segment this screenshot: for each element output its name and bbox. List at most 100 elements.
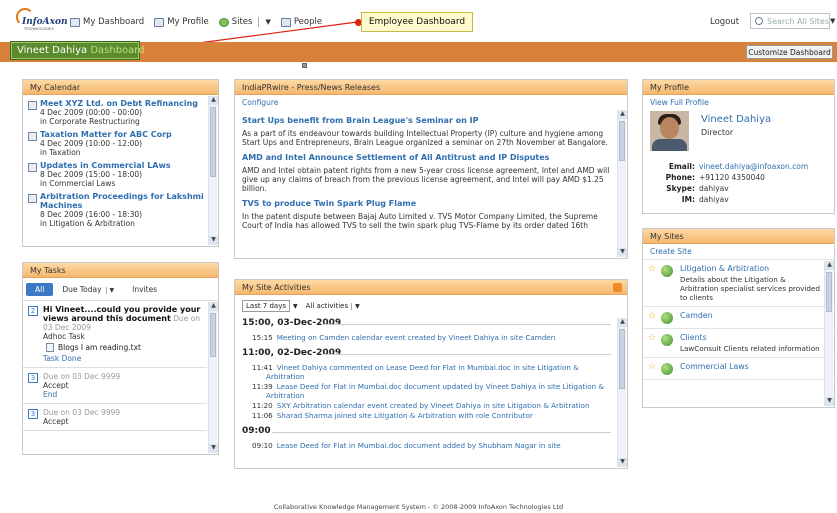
site-description: Details about the Litigation & Arbitrati…	[680, 275, 820, 302]
scroll-up-icon[interactable]: ▲	[209, 302, 218, 311]
favourite-star-icon[interactable]: ☆	[648, 264, 659, 302]
press-item: AMD and Intel Announce Settlement of All…	[242, 153, 613, 193]
dashboard-user-name: Vineet Dahiya	[17, 45, 88, 56]
logout-link[interactable]: Logout	[710, 17, 739, 27]
sites-scrollbar[interactable]: ▲ ▼	[824, 261, 834, 406]
press-title[interactable]: Start Ups benefit from Brain League's Se…	[242, 116, 613, 125]
event-site: in Commercial Laws	[40, 179, 116, 188]
favourite-star-icon[interactable]: ☆	[648, 362, 659, 375]
view-full-profile-link[interactable]: View Full Profile	[643, 95, 834, 110]
task-item[interactable]: 3 Due on 03 Dec 9999 Accept End	[23, 368, 207, 404]
task-filter-tabs: All Due Today ▼ Invites	[26, 282, 218, 297]
activity-type-select[interactable]: All activities	[306, 302, 348, 310]
scroll-thumb[interactable]	[210, 107, 216, 177]
scroll-thumb[interactable]	[210, 313, 216, 357]
nav-my-profile[interactable]: My Profile	[154, 17, 209, 27]
calendar-event[interactable]: Updates in Commercial LAws 8 Dec 2009 (1…	[28, 161, 206, 188]
press-body: As a part of its endeavour towards build…	[242, 129, 608, 147]
activity-row: 11:06 Sharad Sharma joined site Litigatio…	[252, 411, 611, 420]
scroll-down-icon[interactable]: ▼	[618, 458, 627, 467]
task-attachment[interactable]: Blogs I am reading.txt	[46, 343, 203, 352]
create-site-link[interactable]: Create Site	[643, 244, 834, 260]
scroll-up-icon[interactable]: ▲	[825, 261, 834, 270]
date-range-select[interactable]: Last 7 days	[242, 300, 291, 312]
scroll-thumb[interactable]	[619, 329, 625, 389]
site-globe-icon	[661, 334, 673, 346]
task-end-link[interactable]: End	[43, 390, 120, 399]
tab-due-today[interactable]: Due Today ▼	[53, 283, 123, 296]
calendar-event[interactable]: Arbitration Proceedings for Lakshmi Mach…	[28, 192, 206, 228]
dashlet-title: My Calendar	[30, 83, 81, 92]
tasks-scrollbar[interactable]: ▲ ▼	[208, 302, 218, 453]
activity-text[interactable]: SXY Arbitration calendar event created b…	[277, 401, 590, 410]
scroll-thumb[interactable]	[826, 272, 832, 312]
favourite-star-icon[interactable]: ☆	[648, 311, 659, 324]
profile-name[interactable]: Vineet Dahiya	[701, 114, 771, 125]
top-bar: InfoAxon TECHNOLOGIES My Dashboard My Pr…	[0, 0, 837, 42]
search-scope-chevron-icon[interactable]: ▼	[830, 17, 835, 25]
dashboard-title: Vineet Dahiya Dashboard	[10, 41, 145, 60]
tab-all[interactable]: All	[26, 283, 54, 296]
event-title[interactable]: Arbitration Proceedings for Lakshmi Mach…	[40, 192, 206, 210]
press-scrollbar[interactable]: ▲ ▼	[617, 110, 627, 257]
scroll-down-icon[interactable]: ▼	[825, 397, 834, 406]
press-title[interactable]: AMD and Intel Announce Settlement of All…	[242, 153, 613, 162]
email-label: Email:	[668, 162, 695, 171]
email-value[interactable]: vineet.dahiya@infoaxon.com	[699, 161, 808, 172]
activity-text[interactable]: Lease Deed for Flat in Mumbai.doc docume…	[266, 382, 604, 400]
favourite-star-icon[interactable]: ☆	[648, 333, 659, 353]
calendar-event-icon	[28, 194, 37, 203]
avatar[interactable]	[650, 111, 689, 151]
event-title[interactable]: Meet XYZ Ltd. on Debt Refinancing	[40, 99, 198, 108]
activity-date-heading: 09:00	[242, 426, 627, 436]
attachment-name: Blogs I am reading.txt	[58, 343, 141, 352]
task-item[interactable]: 2 Hi Vineet....could you provide your vi…	[23, 301, 207, 368]
press-releases-dashlet: IndiaPRwire - Press/News Releases Config…	[234, 79, 628, 259]
drag-handle-icon[interactable]	[302, 63, 307, 68]
activities-scrollbar[interactable]: ▲ ▼	[617, 318, 627, 467]
event-title[interactable]: Taxation Matter for ABC Corp	[40, 130, 172, 139]
search-input[interactable]: Search All Sites	[750, 13, 830, 29]
event-title[interactable]: Updates in Commercial LAws	[40, 161, 171, 170]
site-name[interactable]: Commercial Laws	[680, 362, 749, 371]
task-priority-badge: 3	[28, 409, 38, 419]
site-name[interactable]: Litigation & Arbitration	[680, 264, 822, 273]
task-done-link[interactable]: Task Done	[43, 354, 203, 363]
calendar-event[interactable]: Taxation Matter for ABC Corp 4 Dec 2009 …	[28, 130, 206, 157]
scroll-down-icon[interactable]: ▼	[209, 444, 218, 453]
activity-text[interactable]: Lease Deed for Flat in Mumbai.doc docume…	[277, 441, 561, 450]
task-due: Due on 03 Dec 9999	[43, 372, 121, 381]
scroll-down-icon[interactable]: ▼	[618, 248, 627, 257]
activity-text[interactable]: Meeting on Camden calendar event created…	[277, 333, 556, 342]
press-item: Start Ups benefit from Brain League's Se…	[242, 116, 613, 147]
activity-text[interactable]: Sharad Sharma joined site Litigation & A…	[277, 411, 533, 420]
site-name[interactable]: Camden	[680, 311, 713, 320]
site-name[interactable]: Clients	[680, 333, 820, 342]
calendar-scrollbar[interactable]: ▲ ▼	[208, 96, 218, 245]
activity-text[interactable]: Vineet Dahiya commented on Lease Deed fo…	[266, 363, 579, 381]
rss-feed-icon[interactable]	[613, 283, 622, 292]
scroll-up-icon[interactable]: ▲	[618, 110, 627, 119]
infoaxon-logo[interactable]: InfoAxon TECHNOLOGIES	[14, 8, 68, 34]
nav-people[interactable]: People	[280, 17, 322, 27]
task-item[interactable]: 3 Due on 03 Dec 9999 Accept	[23, 404, 207, 431]
configure-link[interactable]: Configure	[235, 95, 627, 110]
press-title[interactable]: TVS to produce Twin Spark Plug Flame	[242, 199, 613, 208]
dashlet-header: My Site Activities	[235, 280, 627, 295]
nav-my-dashboard[interactable]: My Dashboard	[70, 17, 144, 27]
calendar-event[interactable]: Meet XYZ Ltd. on Debt Refinancing 4 Dec …	[28, 99, 206, 126]
chevron-down-icon[interactable]: ▼	[293, 303, 298, 310]
scroll-up-icon[interactable]: ▲	[618, 318, 627, 327]
customize-dashboard-button[interactable]: Customize Dashboard	[746, 45, 833, 59]
chevron-down-icon[interactable]: ▼	[351, 302, 360, 310]
phone-label: Phone:	[665, 173, 695, 182]
chevron-down-icon[interactable]: ▼	[105, 287, 114, 294]
calendar-list: Meet XYZ Ltd. on Debt Refinancing 4 Dec …	[23, 95, 218, 228]
scroll-thumb[interactable]	[619, 121, 625, 161]
scroll-down-icon[interactable]: ▼	[209, 236, 218, 245]
nav-sites[interactable]: Sites	[218, 17, 252, 27]
task-type: Adhoc Task	[43, 332, 85, 341]
sites-dropdown-chevron-icon[interactable]: ▼	[265, 18, 270, 26]
scroll-up-icon[interactable]: ▲	[209, 96, 218, 105]
tab-invites[interactable]: Invites	[123, 283, 166, 296]
